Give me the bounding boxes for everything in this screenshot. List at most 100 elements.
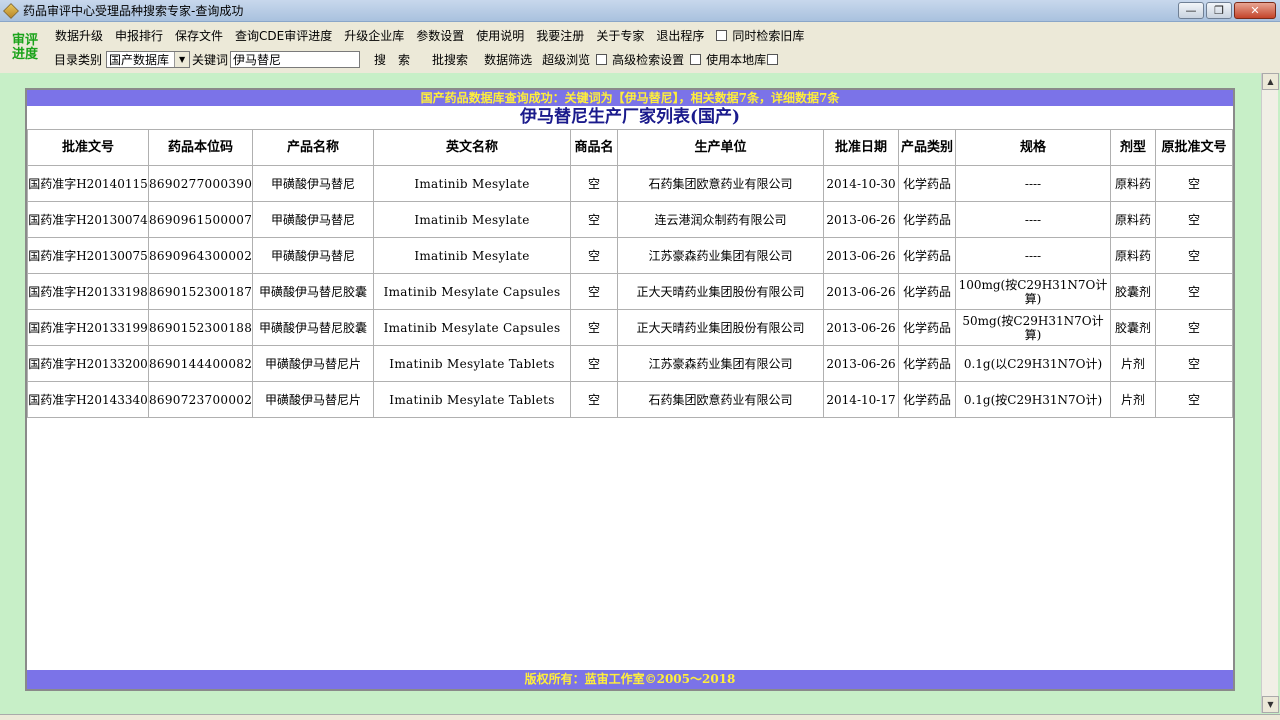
col-specification[interactable]: 规格 (955, 129, 1111, 166)
cell-drug-code: 86909615000071 (148, 201, 253, 238)
super-browse-button[interactable]: 超级浏览 (542, 51, 590, 68)
category-select[interactable]: 国产数据库 ▼ (106, 50, 191, 68)
cell-approval-date: 2014-10-30 (823, 165, 899, 202)
menu-ranking[interactable]: 申报排行 (115, 27, 163, 44)
vertical-scrollbar[interactable]: ▲ ▼ (1261, 73, 1279, 713)
local-db-checkbox-left[interactable] (690, 53, 702, 65)
col-dosage-form[interactable]: 剂型 (1110, 129, 1156, 166)
menu-save-file[interactable]: 保存文件 (175, 27, 223, 44)
cell-dosage-form: 胶囊剂 (1110, 309, 1156, 346)
cell-trade-name: 空 (570, 309, 618, 346)
col-approval-date[interactable]: 批准日期 (823, 129, 899, 166)
cell-drug-code: 86902770003901 (148, 165, 253, 202)
cell-trade-name: 空 (570, 201, 618, 238)
cell-dosage-form: 胶囊剂 (1110, 273, 1156, 310)
result-title: 伊马替尼生产厂家列表(国产) (519, 107, 741, 127)
result-table: 批准文号 药品本位码 产品名称 英文名称 商品名 生产单位 批准日期 产品类别 … (27, 129, 1233, 418)
cell-manufacturer: 石药集团欧意药业有限公司 (617, 165, 824, 202)
table-row[interactable]: 国药准字H20133198 86901523001874 甲磺酸伊马替尼胶囊 Imat… (27, 273, 1233, 310)
cell-product-name: 甲磺酸伊马替尼胶囊 (252, 309, 374, 346)
cell-product-name: 甲磺酸伊马替尼胶囊 (252, 273, 374, 310)
menu-upgrade-company-db[interactable]: 升级企业库 (344, 27, 404, 44)
scroll-down-icon[interactable]: ▼ (1262, 696, 1279, 713)
col-english-name[interactable]: 英文名称 (373, 129, 571, 166)
table-row[interactable]: 国药准字H20130075 86909643000029 甲磺酸伊马替尼 Imatin… (27, 237, 1233, 274)
advanced-settings-checkbox[interactable] (596, 53, 608, 65)
menu-cde-progress[interactable]: 查询CDE审评进度 (235, 27, 332, 44)
cell-trade-name: 空 (570, 345, 618, 382)
close-button[interactable]: ✕ (1234, 2, 1276, 19)
col-drug-code[interactable]: 药品本位码 (148, 129, 253, 166)
category-label: 目录类别 (54, 52, 103, 67)
cell-dosage-form: 原料药 (1110, 237, 1156, 274)
cell-approval-no: 国药准字H20133198 (27, 273, 149, 310)
cell-original-approval-no: 空 (1155, 201, 1233, 238)
cell-dosage-form: 片剂 (1110, 381, 1156, 418)
cell-english-name: Imatinib Mesylate (373, 165, 571, 202)
menu-help[interactable]: 使用说明 (476, 27, 524, 44)
cell-english-name: Imatinib Mesylate (373, 201, 571, 238)
col-manufacturer[interactable]: 生产单位 (617, 129, 824, 166)
cell-trade-name: 空 (570, 237, 618, 274)
cell-manufacturer: 江苏豪森药业集团有限公司 (617, 345, 824, 382)
cell-dosage-form: 片剂 (1110, 345, 1156, 382)
menu-data-upgrade[interactable]: 数据升级 (55, 27, 103, 44)
col-product-name[interactable]: 产品名称 (252, 129, 374, 166)
col-product-category[interactable]: 产品类别 (898, 129, 956, 166)
menu-settings[interactable]: 参数设置 (416, 27, 464, 44)
local-db-checkbox[interactable] (767, 53, 779, 65)
cell-product-category: 化学药品 (898, 165, 956, 202)
cell-product-name: 甲磺酸伊马替尼 (252, 237, 374, 274)
cell-original-approval-no: 空 (1155, 381, 1233, 418)
cell-original-approval-no: 空 (1155, 165, 1233, 202)
scroll-up-icon[interactable]: ▲ (1262, 73, 1279, 90)
menu-exit[interactable]: 退出程序 (656, 27, 704, 44)
search-button[interactable]: 搜索 (374, 51, 422, 68)
table-row[interactable]: 国药准字H20133200 86901444000826 甲磺酸伊马替尼片 Imati… (27, 345, 1233, 382)
logo[interactable]: 审评 进度 (12, 34, 44, 62)
minimize-button[interactable]: — (1178, 2, 1204, 19)
table-row[interactable]: 国药准字H20133199 86901523001881 甲磺酸伊马替尼胶囊 Imat… (27, 309, 1233, 346)
cell-specification: 0.1g(按C29H31N7O计) (955, 381, 1111, 418)
toolbar: 审评 进度 数据升级 申报排行 保存文件 查询CDE审评进度 升级企业库 参数设… (0, 22, 1280, 70)
copyright-band: 版权所有：蓝宙工作室©2005～2018 (27, 670, 1233, 689)
table-row[interactable]: 国药准字H20140115 86902770003901 甲磺酸伊马替尼 Imatin… (27, 165, 1233, 202)
cell-dosage-form: 原料药 (1110, 165, 1156, 202)
local-db-label: 使用本地库 (706, 52, 767, 67)
cell-approval-date: 2013-06-26 (823, 273, 899, 310)
keyword-label: 关键词 (192, 52, 229, 67)
old-db-checkbox[interactable] (716, 29, 728, 41)
col-original-approval-no[interactable]: 原批准文号 (1155, 129, 1233, 166)
cell-product-category: 化学药品 (898, 309, 956, 346)
table-row[interactable]: 国药准字H20130074 86909615000071 甲磺酸伊马替尼 Imatin… (27, 201, 1233, 238)
cell-trade-name: 空 (570, 165, 618, 202)
cell-original-approval-no: 空 (1155, 309, 1233, 346)
maximize-button[interactable]: ❐ (1206, 2, 1232, 19)
keyword-input[interactable] (230, 50, 361, 68)
cell-specification: ---- (955, 165, 1111, 202)
cell-manufacturer: 石药集团欧意药业有限公司 (617, 381, 824, 418)
cell-original-approval-no: 空 (1155, 345, 1233, 382)
menu-register[interactable]: 我要注册 (536, 27, 584, 44)
cell-product-category: 化学药品 (898, 273, 956, 310)
table-row[interactable]: 国药准字H20143340 86907237000028 甲磺酸伊马替尼片 Imati… (27, 381, 1233, 418)
app-icon (3, 2, 19, 19)
data-filter-button[interactable]: 数据筛选 (484, 51, 532, 68)
menu-about[interactable]: 关于专家 (596, 27, 644, 44)
cell-approval-no: 国药准字H20130075 (27, 237, 149, 274)
chevron-down-icon[interactable]: ▼ (174, 51, 190, 67)
category-value: 国产数据库 (109, 52, 170, 67)
cell-drug-code: 86901444000826 (148, 345, 253, 382)
cell-product-category: 化学药品 (898, 381, 956, 418)
col-trade-name[interactable]: 商品名 (570, 129, 618, 166)
status-bar (0, 714, 1280, 720)
cell-english-name: Imatinib Mesylate (373, 237, 571, 274)
logo-line2: 进度 (12, 47, 39, 62)
cell-drug-code: 86907237000028 (148, 381, 253, 418)
cell-approval-no: 国药准字H20133200 (27, 345, 149, 382)
col-approval-no[interactable]: 批准文号 (27, 129, 149, 166)
cell-product-name: 甲磺酸伊马替尼片 (252, 345, 374, 382)
batch-search-button[interactable]: 批搜索 (432, 51, 468, 68)
old-db-label: 同时检索旧库 (732, 28, 805, 43)
cell-specification: 50mg(按C29H31N7O计算) (955, 309, 1111, 346)
